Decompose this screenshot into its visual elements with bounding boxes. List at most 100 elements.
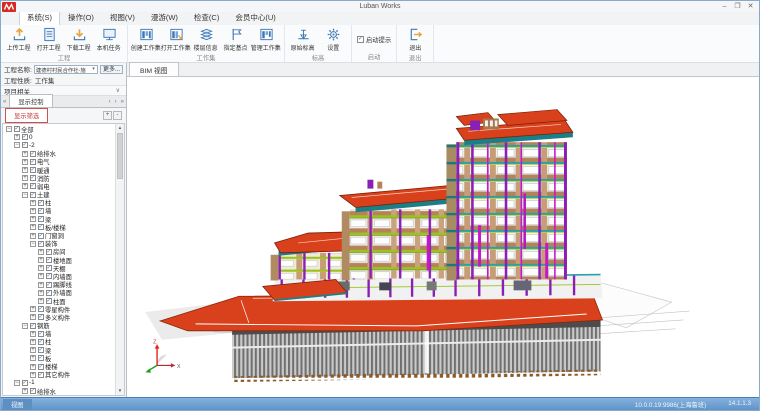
maximize-button[interactable]: ❐ — [732, 2, 743, 11]
tab-bim-view[interactable]: BIM 视图 — [129, 62, 179, 76]
more-button[interactable]: 更多... — [100, 65, 123, 74]
tree-expander-icon[interactable]: + — [38, 298, 44, 304]
tree-expander-icon[interactable]: + — [30, 216, 36, 222]
tree-expander-icon[interactable]: + — [22, 388, 28, 394]
tree-expander-icon[interactable]: − — [14, 142, 20, 148]
tree-expander-icon[interactable]: − — [14, 380, 20, 386]
tree-checkbox[interactable]: ✓ — [38, 364, 44, 370]
tree-expander-icon[interactable]: + — [30, 306, 36, 312]
checkbox-checked-icon[interactable]: ✓ — [357, 36, 364, 43]
tree-item[interactable]: −✓土建 — [3, 191, 115, 199]
exit-button[interactable]: 退出 — [400, 26, 430, 52]
tree-checkbox[interactable]: ✓ — [14, 126, 20, 132]
tabs-scroll-right-icon[interactable]: » — [119, 99, 126, 107]
tree-expander-icon[interactable]: + — [22, 151, 28, 157]
tree-item[interactable]: +✓0 — [3, 133, 115, 141]
local-tasks-button[interactable]: 本机任务 — [94, 26, 124, 52]
tree-scrollbar[interactable]: ▲ ▼ — [115, 124, 124, 395]
tree-expander-icon[interactable]: + — [30, 331, 36, 337]
tree-item[interactable]: +✓给排水 — [3, 387, 115, 395]
tree-checkbox[interactable]: ✓ — [46, 257, 52, 263]
tree-expander-icon[interactable]: + — [30, 208, 36, 214]
tree-checkbox[interactable]: ✓ — [38, 372, 44, 378]
tree-expander-icon[interactable]: + — [30, 233, 36, 239]
tree-item[interactable]: −✓全部 — [3, 125, 115, 133]
tree-checkbox[interactable]: ✓ — [22, 142, 28, 148]
original-elevation-button[interactable]: 原始标高 — [288, 26, 318, 52]
tree-expander-icon[interactable]: + — [14, 134, 20, 140]
tree-checkbox[interactable]: ✓ — [38, 314, 44, 320]
tree-checkbox[interactable]: ✓ — [46, 249, 52, 255]
open-workset-button[interactable]: 打开工作集 — [161, 26, 191, 52]
tree-expander-icon[interactable]: − — [6, 126, 12, 132]
tree-item[interactable]: +✓门窗洞 — [3, 231, 115, 239]
tree-expander-icon[interactable]: + — [30, 339, 36, 345]
tree-expander-icon[interactable]: + — [38, 257, 44, 263]
tree-checkbox[interactable]: ✓ — [30, 175, 36, 181]
tree-checkbox[interactable]: ✓ — [38, 347, 44, 353]
tree-checkbox[interactable]: ✓ — [38, 200, 44, 206]
tree-item[interactable]: +✓柱 — [3, 199, 115, 207]
tree-checkbox[interactable]: ✓ — [38, 208, 44, 214]
tree-checkbox[interactable]: ✓ — [38, 331, 44, 337]
tree-checkbox[interactable]: ✓ — [30, 323, 36, 329]
collapse-all-button[interactable]: - — [113, 111, 122, 120]
display-filter-button[interactable]: 显示筛选 — [5, 108, 48, 123]
project-name-select[interactable]: 建德村村民合作社-施工模型 ▾ — [34, 65, 98, 74]
tree-expander-icon[interactable]: + — [22, 167, 28, 173]
tree-checkbox[interactable]: ✓ — [30, 159, 36, 165]
download-project-button[interactable]: 下载工程 — [64, 26, 94, 52]
tree-expander-icon[interactable]: + — [30, 224, 36, 230]
tree-checkbox[interactable]: ✓ — [38, 224, 44, 230]
open-project-button[interactable]: 打开工程 — [34, 26, 64, 52]
tree-expander-icon[interactable]: − — [22, 323, 28, 329]
tree-checkbox[interactable]: ✓ — [46, 282, 52, 288]
scrollbar-thumb[interactable] — [117, 133, 123, 179]
base-point-button[interactable]: 指定基点 — [221, 26, 251, 52]
tree-item[interactable]: +✓墙 — [3, 207, 115, 215]
tree-checkbox[interactable]: ✓ — [30, 388, 36, 394]
tree-expander-icon[interactable]: + — [30, 372, 36, 378]
upload-project-button[interactable]: 上传工程 — [4, 26, 34, 52]
tree-checkbox[interactable]: ✓ — [30, 192, 36, 198]
tree-item[interactable]: +✓梁 — [3, 346, 115, 354]
tree-item[interactable]: +✓电气 — [3, 158, 115, 166]
tab-display-control[interactable]: 显示控制 — [9, 94, 52, 107]
tree-checkbox[interactable]: ✓ — [38, 233, 44, 239]
tree-item[interactable]: +✓给排水 — [3, 150, 115, 158]
tree-expander-icon[interactable]: + — [22, 175, 28, 181]
manage-workset-button[interactable]: 管理工作集 — [251, 26, 281, 52]
tree-item[interactable]: +✓柱 — [3, 338, 115, 346]
scroll-down-icon[interactable]: ▼ — [118, 387, 122, 395]
tree-expander-icon[interactable]: + — [38, 290, 44, 296]
tree-checkbox[interactable]: ✓ — [38, 339, 44, 345]
tree-item[interactable]: +✓其它构件 — [3, 371, 115, 379]
tree-checkbox[interactable]: ✓ — [30, 167, 36, 173]
tree-expander-icon[interactable]: + — [30, 347, 36, 353]
tree-checkbox[interactable]: ✓ — [30, 151, 36, 157]
tabs-scroll-left-icon[interactable]: « — [1, 99, 8, 107]
tree-checkbox[interactable]: ✓ — [46, 273, 52, 279]
tree-checkbox[interactable]: ✓ — [46, 290, 52, 296]
tree-expander-icon[interactable]: + — [30, 364, 36, 370]
expand-all-button[interactable]: + — [103, 111, 112, 120]
settings-button[interactable]: 设置 — [318, 26, 348, 52]
tree-expander-icon[interactable]: + — [22, 159, 28, 165]
tree-item[interactable]: +✓墙 — [3, 330, 115, 338]
tree-checkbox[interactable]: ✓ — [46, 265, 52, 271]
startup-tip-toggle[interactable]: ✓ 启动提示 — [355, 35, 393, 44]
tree-expander-icon[interactable]: + — [30, 314, 36, 320]
tree-expander-icon[interactable]: − — [22, 192, 28, 198]
tree-expander-icon[interactable]: + — [38, 282, 44, 288]
tree-expander-icon[interactable]: − — [30, 241, 36, 247]
tree-expander-icon[interactable]: + — [30, 200, 36, 206]
tree-checkbox[interactable]: ✓ — [38, 355, 44, 361]
tree-expander-icon[interactable]: + — [38, 265, 44, 271]
tree-checkbox[interactable]: ✓ — [22, 380, 28, 386]
tree-item[interactable]: +✓弱电 — [3, 182, 115, 190]
tree-expander-icon[interactable]: + — [30, 355, 36, 361]
tree-checkbox[interactable]: ✓ — [38, 216, 44, 222]
tree-checkbox[interactable]: ✓ — [38, 306, 44, 312]
bim-3d-model[interactable]: Z X — [127, 77, 759, 397]
minimize-button[interactable]: – — [719, 2, 730, 11]
